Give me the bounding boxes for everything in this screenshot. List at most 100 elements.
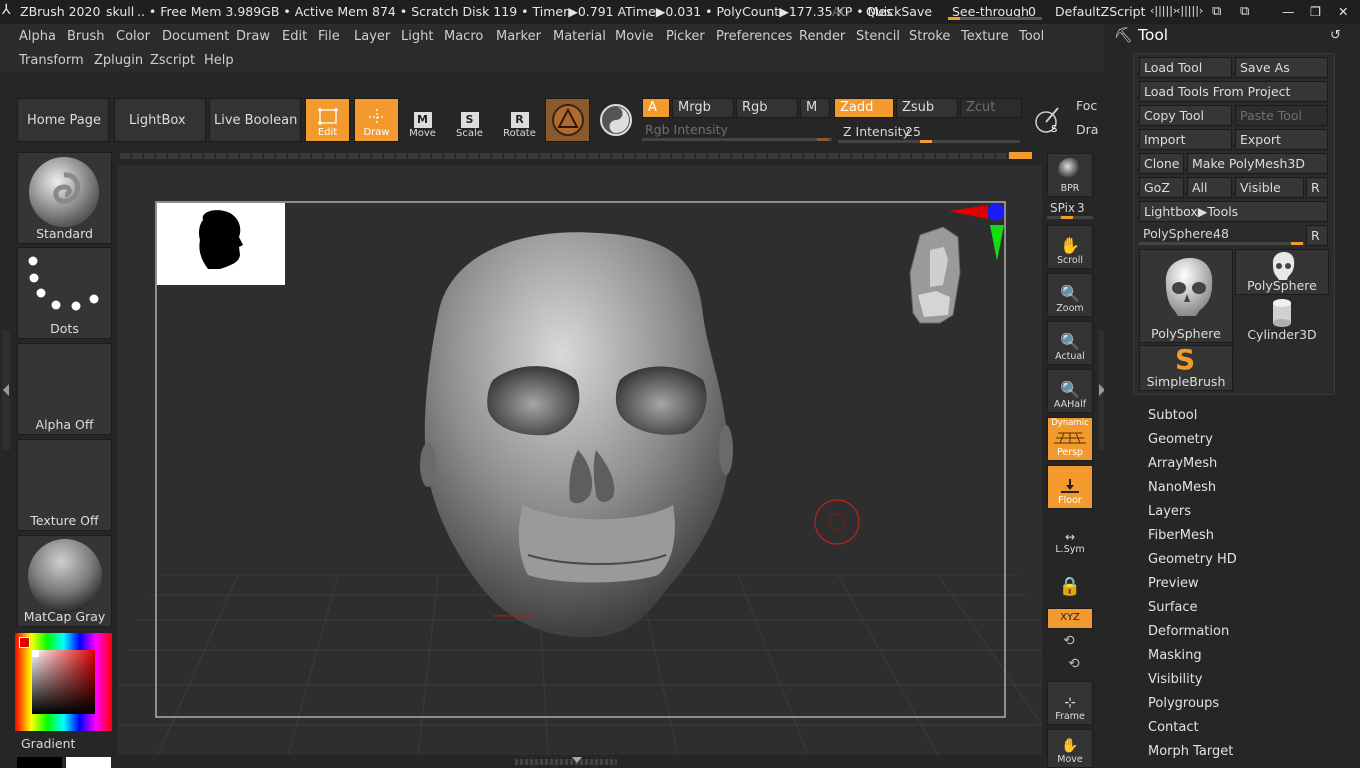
goz-r-button[interactable]: R — [1306, 177, 1328, 198]
tool-thumb-polysphere[interactable]: PolySphere — [1235, 249, 1329, 295]
zoom-button[interactable]: 🔍 Zoom — [1047, 273, 1093, 317]
tool-thumb-cylinder3d[interactable]: Cylinder3D — [1235, 297, 1329, 343]
save-as-button[interactable]: Save As — [1235, 57, 1328, 78]
menu-tool[interactable]: Tool — [1019, 29, 1044, 44]
menu-brush[interactable]: Brush — [67, 29, 105, 44]
home-page-button[interactable]: Home Page — [17, 98, 109, 142]
color-picker-square[interactable] — [32, 650, 95, 714]
texture-selector[interactable]: Texture Off — [17, 439, 112, 531]
mrgb-toggle[interactable]: Mrgb — [672, 98, 734, 118]
ui-layout-icon[interactable]: ‹|||||› — [1176, 4, 1203, 17]
subpalette-subtool[interactable]: Subtool — [1148, 408, 1197, 423]
menu-color[interactable]: Color — [116, 29, 150, 44]
bpr-button[interactable]: BPR — [1047, 153, 1093, 197]
draw-size-label[interactable]: Dra — [1076, 122, 1098, 137]
subpalette-preview[interactable]: Preview — [1148, 576, 1199, 591]
menu-stroke[interactable]: Stroke — [909, 29, 950, 44]
tool-thumb-simplebrush[interactable]: S SimpleBrush — [1139, 343, 1233, 391]
subpalette-visibility[interactable]: Visibility — [1148, 672, 1202, 687]
subpalette-polygroups[interactable]: Polygroups — [1148, 696, 1219, 711]
menu-transform[interactable]: Transform — [19, 53, 84, 68]
material-selector[interactable]: MatCap Gray — [17, 535, 112, 627]
move-mode-button[interactable]: M Move — [400, 98, 445, 142]
primary-color-swatch[interactable] — [19, 637, 30, 648]
tool-r-button[interactable]: R — [1306, 225, 1328, 246]
aahalf-button[interactable]: 🔍 AAHalf — [1047, 369, 1093, 413]
menu-picker[interactable]: Picker — [666, 29, 705, 44]
subpalette-deformation[interactable]: Deformation — [1148, 624, 1229, 639]
rgb-intensity-slider[interactable] — [642, 138, 832, 141]
lock-button[interactable]: 🔒 — [1047, 561, 1093, 605]
orientation-head-icon[interactable] — [909, 226, 961, 324]
current-tool-label[interactable]: PolySphere. — [1143, 226, 1217, 241]
menu-help[interactable]: Help — [204, 53, 234, 68]
subpalette-surface[interactable]: Surface — [1148, 600, 1198, 615]
menu-layout-icon[interactable]: ⧉ — [1240, 4, 1249, 19]
dynamic-label[interactable]: Dynamic — [1051, 418, 1089, 428]
z-rotate-icon[interactable]: ⟲ — [1068, 656, 1080, 672]
palette-reset-icon[interactable]: ↺ — [1330, 28, 1341, 43]
y-rotate-icon[interactable]: ⟲ — [1063, 633, 1075, 649]
menu-layer[interactable]: Layer — [354, 29, 390, 44]
paste-tool-button[interactable]: Paste Tool — [1235, 105, 1328, 126]
import-button[interactable]: Import — [1139, 129, 1232, 150]
menu-layout-icon[interactable]: ⧉ — [1212, 4, 1221, 19]
tool-thumb-polysphere-skull[interactable]: PolySphere — [1139, 249, 1233, 343]
menu-edit[interactable]: Edit — [282, 29, 307, 44]
subpalette-nanomesh[interactable]: NanoMesh — [1148, 480, 1216, 495]
actual-button[interactable]: 🔍 Actual — [1047, 321, 1093, 365]
lightbox-tools-button[interactable]: Lightbox▶Tools — [1139, 201, 1328, 222]
subpalette-layers[interactable]: Layers — [1148, 504, 1191, 519]
stroke-direction-button[interactable]: S — [1026, 98, 1070, 142]
goz-all-button[interactable]: All — [1187, 177, 1232, 198]
menu-movie[interactable]: Movie — [615, 29, 653, 44]
color-picker[interactable] — [15, 633, 112, 731]
secondary-color-white[interactable] — [66, 757, 111, 768]
menu-light[interactable]: Light — [401, 29, 433, 44]
spix-label[interactable]: SPix — [1050, 201, 1075, 215]
stroke-selector[interactable]: Dots — [17, 247, 112, 339]
export-button[interactable]: Export — [1235, 129, 1328, 150]
lightbox-button[interactable]: LightBox — [114, 98, 206, 142]
color-cursor[interactable] — [32, 650, 39, 657]
live-boolean-button[interactable]: Live Boolean — [209, 98, 301, 142]
floor-button[interactable]: Floor — [1047, 465, 1093, 509]
minimize-icon[interactable]: — — [1282, 4, 1295, 19]
xyz-rotate-button[interactable]: XYZ — [1047, 608, 1093, 629]
see-through-slider[interactable] — [948, 17, 1042, 20]
copy-tool-button[interactable]: Copy Tool — [1139, 105, 1232, 126]
menu-zscript[interactable]: Zscript — [150, 53, 195, 68]
brush-selector[interactable]: Standard — [17, 152, 112, 244]
color-sphere-button[interactable] — [594, 98, 638, 142]
menu-document[interactable]: Document — [162, 29, 229, 44]
a-toggle[interactable]: A — [642, 98, 670, 118]
focal-shift-label[interactable]: Foc — [1076, 98, 1097, 113]
subpalette-masking[interactable]: Masking — [1148, 648, 1202, 663]
menu-render[interactable]: Render — [799, 29, 845, 44]
quicksave-button[interactable]: QuickSave — [866, 4, 932, 19]
draw-mode-button[interactable]: Draw — [354, 98, 399, 142]
close-icon[interactable]: ✕ — [1338, 4, 1348, 19]
goz-visible-button[interactable]: Visible — [1235, 177, 1304, 198]
subpalette-fibermesh[interactable]: FiberMesh — [1148, 528, 1214, 543]
goz-button[interactable]: GoZ — [1139, 177, 1184, 198]
edit-mode-button[interactable]: Edit — [305, 98, 350, 142]
menu-alpha[interactable]: Alpha — [19, 29, 56, 44]
subpalette-contact[interactable]: Contact — [1148, 720, 1199, 735]
lsym-button[interactable]: ↔ L.Sym — [1047, 513, 1093, 557]
make-polymesh3d-button[interactable]: Make PolyMesh3D — [1187, 153, 1328, 174]
frame-button[interactable]: ⊹ Frame — [1047, 681, 1093, 725]
skull-model[interactable] — [420, 232, 733, 638]
ui-layout-icon[interactable]: ‹|||||› — [1150, 4, 1177, 17]
menu-marker[interactable]: Marker — [496, 29, 541, 44]
persp-button[interactable]: Dynamic Persp — [1047, 417, 1093, 461]
viewport[interactable] — [118, 165, 1043, 756]
scroll-button[interactable]: ✋ Scroll — [1047, 225, 1093, 269]
clone-button[interactable]: Clone — [1139, 153, 1184, 174]
menu-macro[interactable]: Macro — [444, 29, 483, 44]
bottom-tray-handle[interactable] — [515, 759, 617, 765]
secondary-color-black[interactable] — [17, 757, 62, 768]
m-toggle[interactable]: M — [800, 98, 830, 118]
subpalette-geometry[interactable]: Geometry — [1148, 432, 1213, 447]
load-tool-button[interactable]: Load Tool — [1139, 57, 1232, 78]
